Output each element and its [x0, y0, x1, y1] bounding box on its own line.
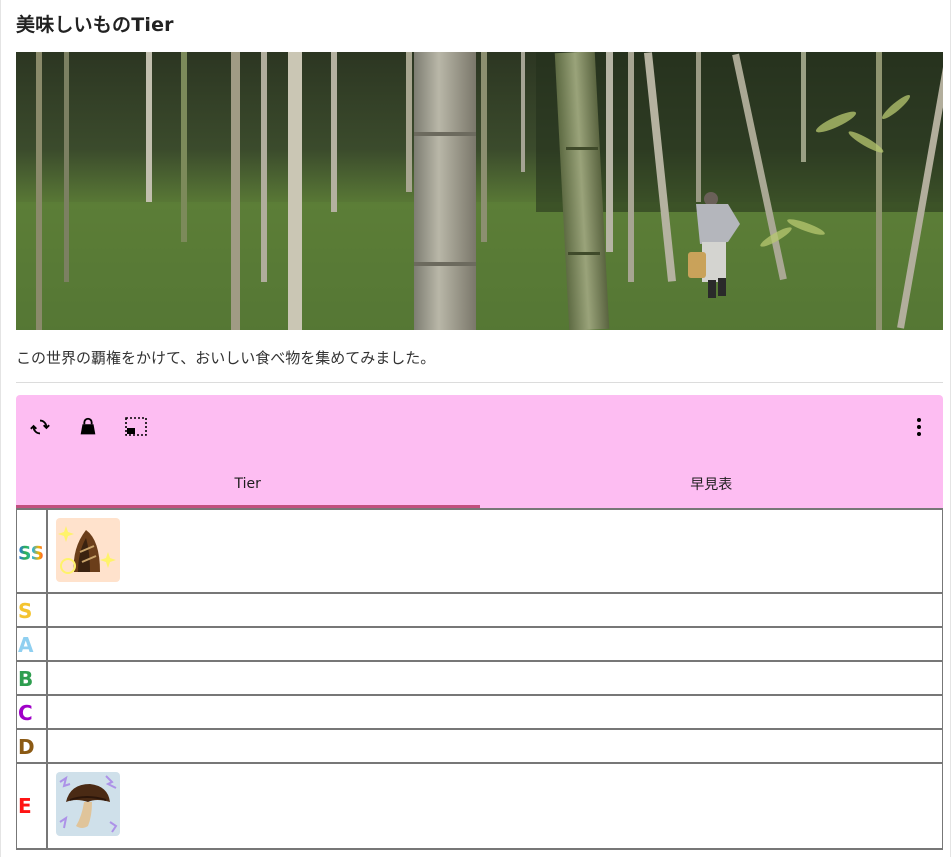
page-title: 美味しいものTier — [16, 14, 174, 36]
tab-tier[interactable]: Tier — [16, 459, 480, 508]
svg-text:SS: SS — [18, 543, 44, 564]
tier-row-b: B — [17, 660, 942, 696]
tier-label-e: E — [17, 764, 48, 848]
tier-list: SS S A B C D E — [16, 508, 943, 850]
bag-icon[interactable] — [74, 413, 102, 441]
tier-items-e[interactable] — [48, 764, 942, 848]
tier-label-d: D — [17, 730, 48, 764]
refresh-icon[interactable] — [26, 413, 54, 441]
tier-label-c: C — [17, 696, 48, 730]
tier-items-b[interactable] — [48, 662, 942, 696]
picture-in-picture-icon[interactable] — [122, 413, 150, 441]
tier-row-ss: SS — [17, 508, 942, 594]
tier-row-a: A — [17, 626, 942, 662]
tier-items-s[interactable] — [48, 594, 942, 628]
tier-items-d[interactable] — [48, 730, 942, 764]
tier-item-takenoko[interactable] — [56, 518, 120, 582]
tier-label-ss: SS — [17, 510, 48, 594]
tier-label-s: S — [17, 594, 48, 628]
tier-items-c[interactable] — [48, 696, 942, 730]
tab-label: 早見表 — [690, 476, 733, 493]
header-image — [16, 52, 943, 330]
tier-row-c: C — [17, 694, 942, 730]
page: 美味しいものTier この世界の覇権をかけて、おいしい食べ物を集めてみました。 … — [0, 0, 951, 857]
tier-toolbar: Tier 早見表 — [16, 395, 943, 508]
tier-label-b: B — [17, 662, 48, 696]
tab-label: Tier — [234, 475, 261, 492]
tier-items-ss[interactable] — [48, 510, 942, 594]
tier-row-d: D — [17, 728, 942, 764]
more-vert-icon[interactable] — [905, 413, 933, 441]
tier-row-e: E — [17, 762, 942, 850]
divider — [16, 382, 943, 383]
tier-row-s: S — [17, 592, 942, 628]
tier-label-a: A — [17, 628, 48, 662]
tier-items-a[interactable] — [48, 628, 942, 662]
tier-item-mushroom[interactable] — [56, 772, 120, 836]
tab-quick-reference[interactable]: 早見表 — [480, 459, 944, 508]
page-description: この世界の覇権をかけて、おいしい食べ物を集めてみました。 — [16, 349, 436, 367]
tab-bar: Tier 早見表 — [16, 459, 943, 508]
